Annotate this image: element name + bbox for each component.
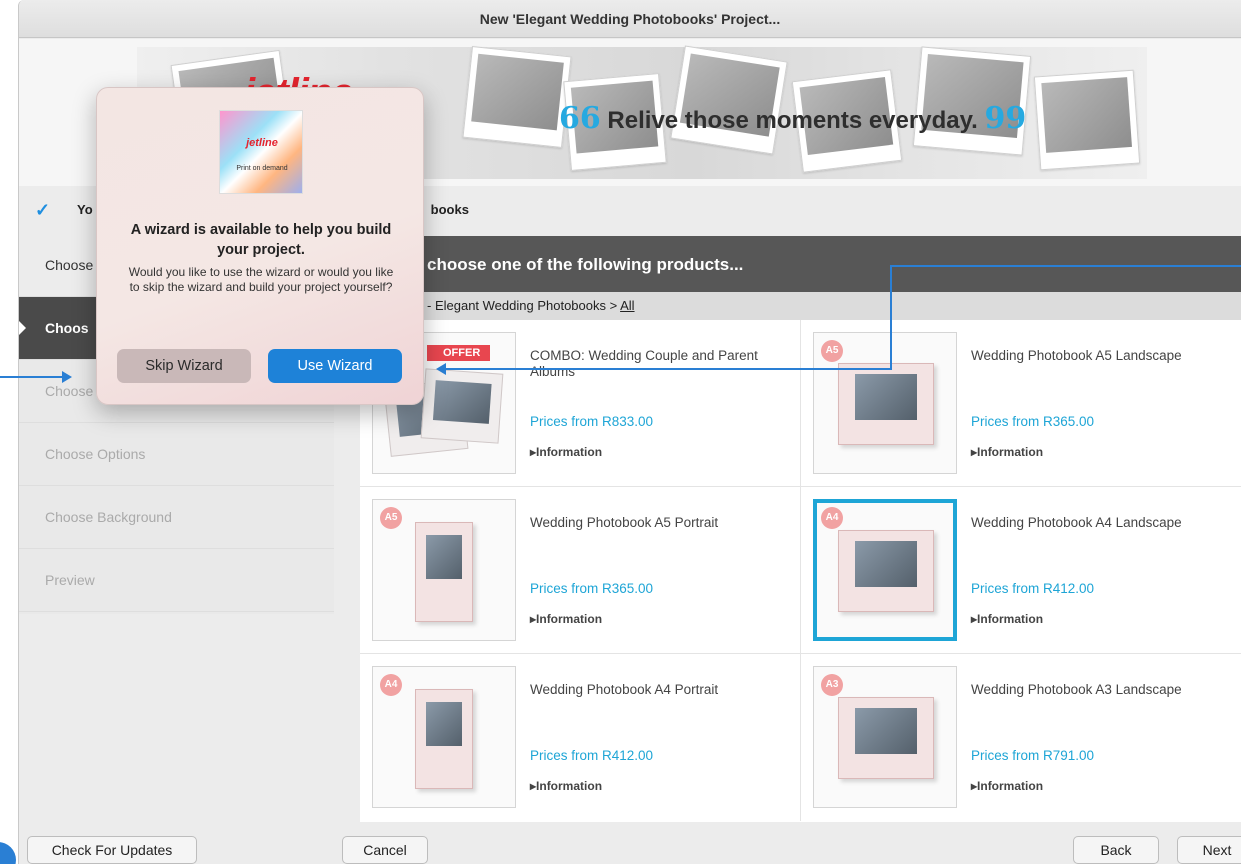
product-price: Prices from R412.00 <box>971 581 1095 596</box>
product-card-a3-landscape[interactable]: A3 Wedding Photobook A3 Landscape Prices… <box>801 654 1241 821</box>
breadcrumb-link-all[interactable]: All <box>620 298 634 313</box>
information-link[interactable]: ▸Information <box>530 445 602 459</box>
product-thumbnail[interactable]: A4 <box>372 666 516 808</box>
product-price: Prices from R365.00 <box>971 414 1095 429</box>
product-price: Prices from R412.00 <box>530 748 654 763</box>
product-name: COMBO: Wedding Couple and Parent Albums <box>530 348 758 379</box>
collage-photo <box>462 46 572 148</box>
callout-arrow-icon <box>62 371 72 383</box>
information-link[interactable]: ▸Information <box>530 612 602 626</box>
quote-open-icon: 66 <box>559 101 601 136</box>
size-badge: A5 <box>380 507 402 529</box>
book-image <box>838 697 934 779</box>
product-price: Prices from R791.00 <box>971 748 1095 763</box>
callout-dot <box>0 842 16 864</box>
product-name: Wedding Photobook A3 Landscape <box>971 682 1182 697</box>
dialog-title: A wizard is available to help you build … <box>130 222 392 258</box>
product-thumbnail[interactable]: A5 <box>372 499 516 641</box>
product-name: Wedding Photobook A4 Portrait <box>530 682 719 697</box>
sidebar-item-choose-options[interactable]: Choose Options <box>19 423 334 486</box>
sidebar-item-preview[interactable]: Preview <box>19 549 334 612</box>
information-link[interactable]: ▸Information <box>971 779 1043 793</box>
window-title: New 'Elegant Wedding Photobooks' Project… <box>19 0 1241 38</box>
product-grid: OFFER COMBO: Wedding Couple and Parent A… <box>360 320 1241 822</box>
size-badge: A4 <box>821 507 843 529</box>
product-thumbnail[interactable]: A3 <box>813 666 957 808</box>
breadcrumb: - Elegant Wedding Photobooks > All <box>342 292 1241 320</box>
collage-photo <box>670 45 788 155</box>
use-wizard-button[interactable]: Use Wizard <box>268 349 402 383</box>
book-image <box>838 530 934 612</box>
jetline-logo: jetline Print on demand <box>219 110 303 194</box>
callout-line <box>0 376 62 378</box>
product-price: Prices from R365.00 <box>530 581 654 596</box>
book-image <box>838 363 934 445</box>
size-badge: A4 <box>380 674 402 696</box>
callout-line <box>890 265 892 369</box>
callout-arrow-icon <box>436 363 446 375</box>
size-badge: A3 <box>821 674 843 696</box>
product-thumbnail[interactable]: A5 <box>813 332 957 474</box>
tagline-text: Relive those moments everyday. <box>607 107 978 134</box>
breadcrumb-path: - Elegant Wedding Photobooks > <box>427 298 621 313</box>
back-button[interactable]: Back <box>1073 836 1159 864</box>
quote-close-icon: 99 <box>984 101 1027 136</box>
product-card-a5-portrait[interactable]: A5 Wedding Photobook A5 Portrait Prices … <box>360 487 801 654</box>
product-card-a5-landscape[interactable]: A5 Wedding Photobook A5 Landscape Prices… <box>801 320 1241 487</box>
cancel-button[interactable]: Cancel <box>342 836 428 864</box>
information-link[interactable]: ▸Information <box>971 445 1043 459</box>
product-card-combo[interactable]: OFFER COMBO: Wedding Couple and Parent A… <box>360 320 801 487</box>
product-name: Wedding Photobook A5 Landscape <box>971 348 1182 363</box>
checkmark-icon: ✓ <box>35 200 51 220</box>
check-for-updates-button[interactable]: Check For Updates <box>27 836 197 864</box>
information-link[interactable]: ▸Information <box>530 779 602 793</box>
wizard-dialog: jetline Print on demand A wizard is avai… <box>96 87 424 405</box>
next-button[interactable]: Next <box>1177 836 1241 864</box>
logo-text: jetline <box>246 137 278 149</box>
product-name: Wedding Photobook A5 Portrait <box>530 515 719 530</box>
product-card-a4-landscape[interactable]: A4 Wedding Photobook A4 Landscape Prices… <box>801 487 1241 654</box>
callout-line <box>446 368 892 370</box>
information-link[interactable]: ▸Information <box>971 612 1043 626</box>
sidebar-item-choose-background[interactable]: Choose Background <box>19 486 334 549</box>
tagline: 66 Relive those moments everyday. 99 <box>559 101 1026 136</box>
product-price: Prices from R833.00 <box>530 414 654 429</box>
logo-subtext: Print on demand <box>236 165 288 172</box>
album-image <box>420 368 504 444</box>
main-header: choose one of the following products... <box>342 236 1241 292</box>
skip-wizard-button[interactable]: Skip Wizard <box>117 349 251 383</box>
offer-ribbon: OFFER <box>427 345 491 361</box>
product-card-a4-portrait[interactable]: A4 Wedding Photobook A4 Portrait Prices … <box>360 654 801 821</box>
book-image <box>415 522 473 622</box>
footer-bar: Check For Updates Cancel Back Next <box>19 826 1241 864</box>
product-name: Wedding Photobook A4 Landscape <box>971 515 1182 530</box>
product-thumbnail-selected[interactable]: A4 <box>813 499 957 641</box>
dialog-message: Would you like to use the wizard or woul… <box>128 265 394 294</box>
size-badge: A5 <box>821 340 843 362</box>
collage-photo <box>1033 69 1141 171</box>
book-image <box>415 689 473 789</box>
callout-line <box>891 265 1241 267</box>
